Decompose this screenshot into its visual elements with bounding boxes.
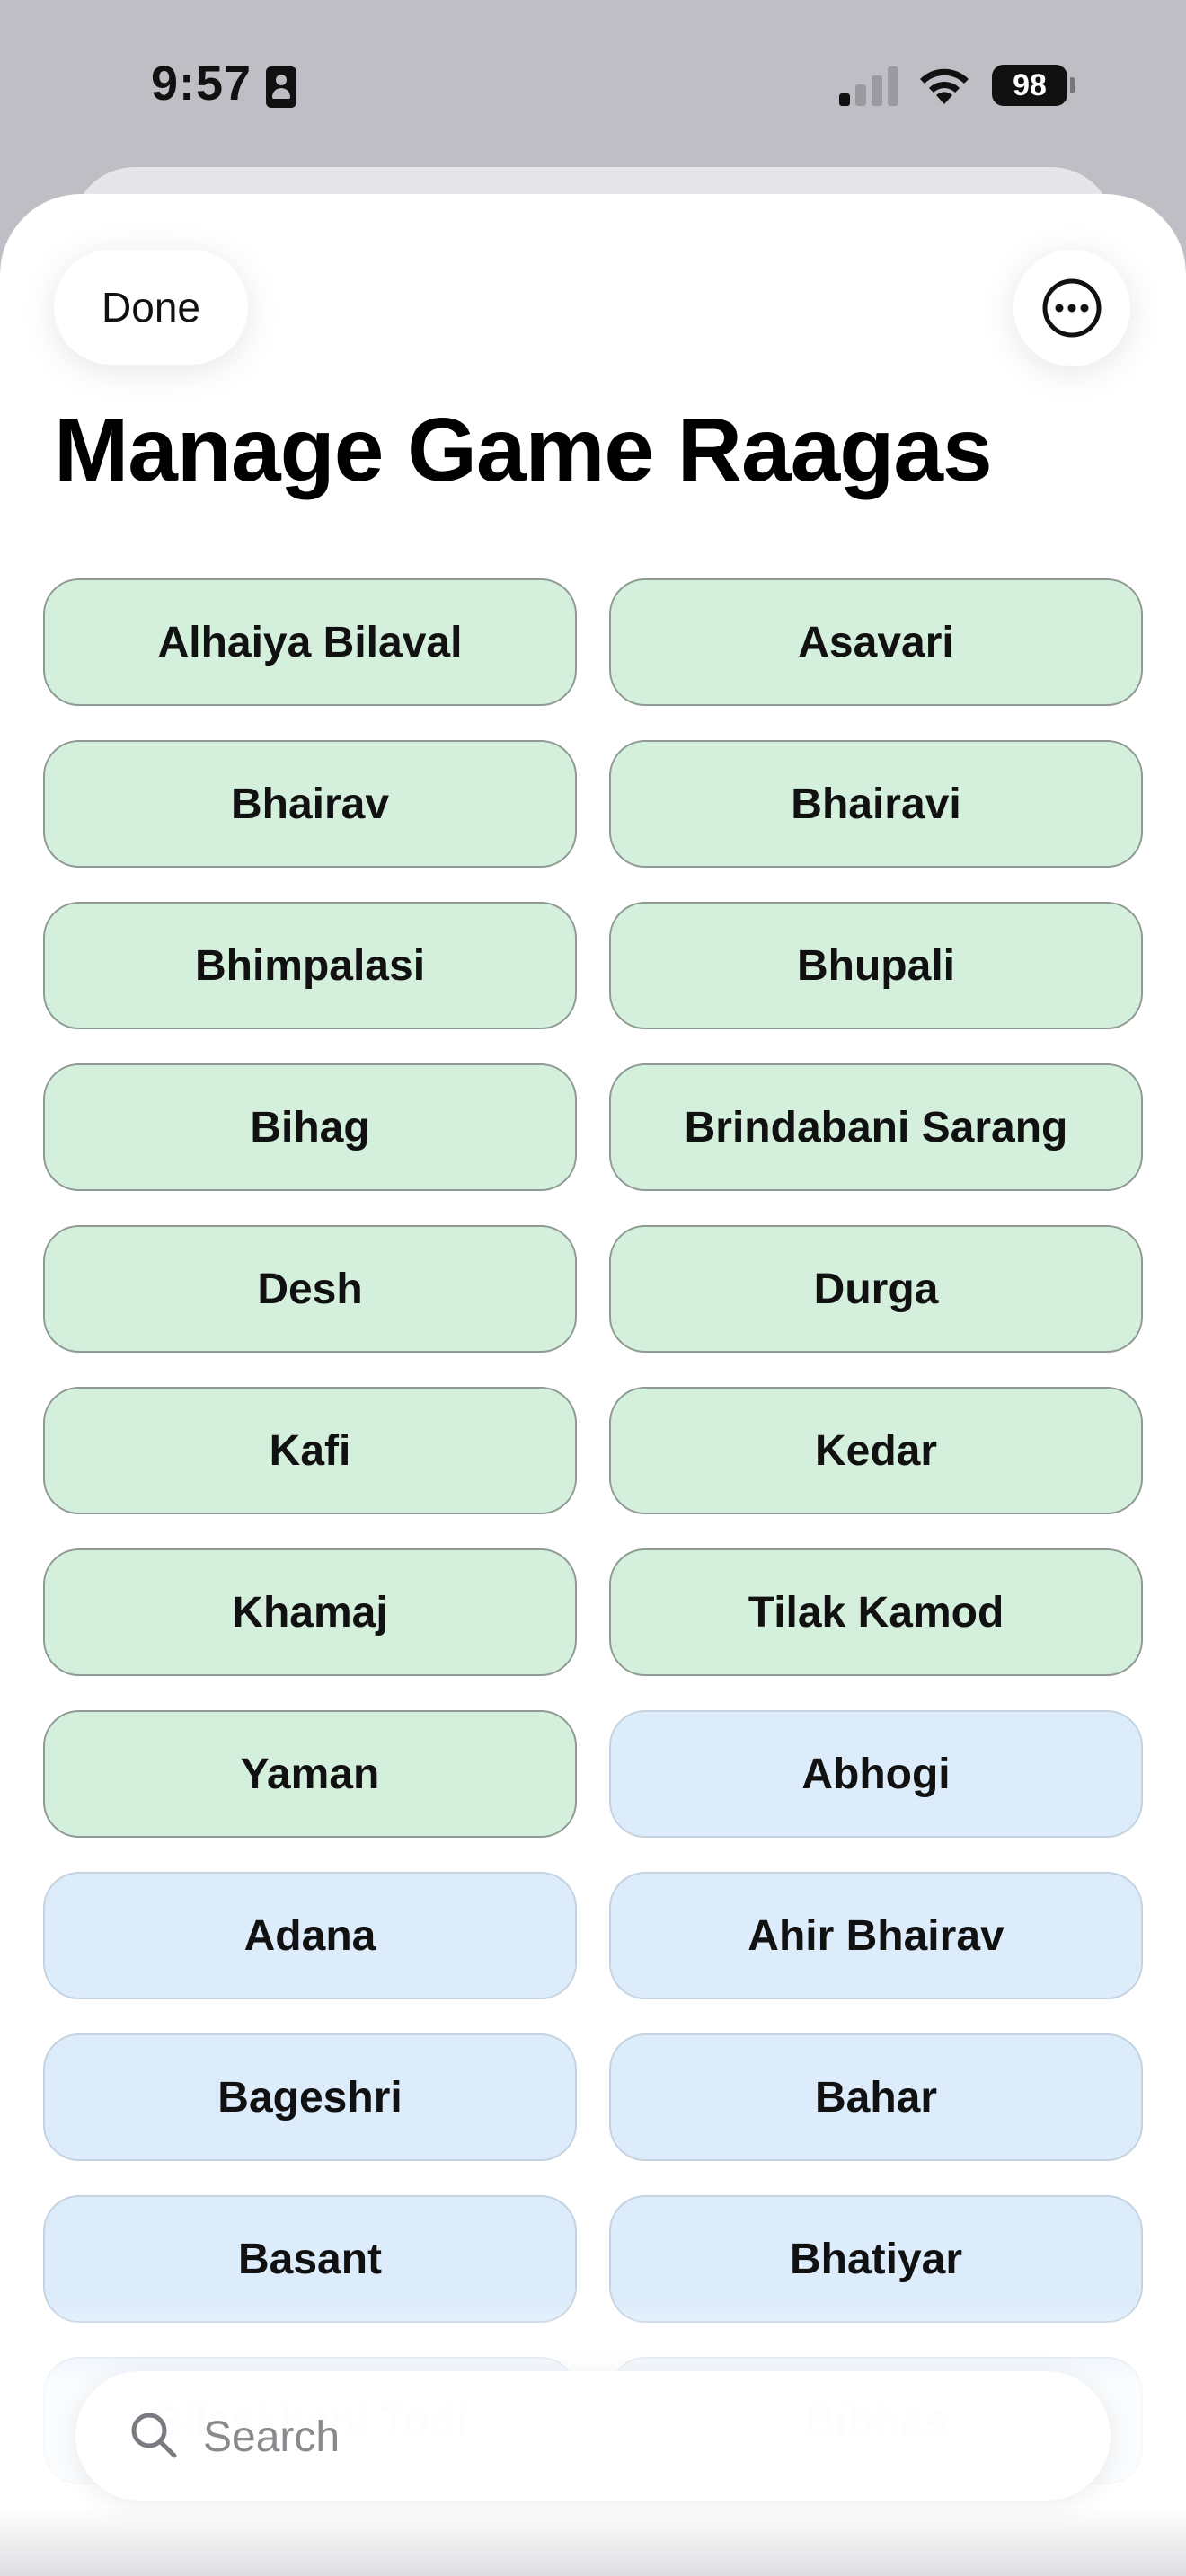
raaga-chip[interactable]: Bihag	[43, 1063, 577, 1191]
raaga-chip-label: Kafi	[269, 1426, 351, 1475]
raaga-chip[interactable]: Yaman	[43, 1710, 577, 1838]
raaga-chip[interactable]: Asavari	[609, 578, 1143, 706]
raaga-chip[interactable]: Bageshri	[43, 2033, 577, 2161]
manage-raagas-sheet: Done Manage Game Raagas Alhaiya Bilaval A…	[0, 194, 1186, 2576]
search-bar[interactable]	[75, 2371, 1111, 2501]
raaga-chip-label: Ahir Bhairav	[748, 1911, 1005, 1960]
status-time: 9:57	[151, 57, 252, 110]
raaga-chip-label: Abhogi	[801, 1750, 951, 1798]
raaga-chip-label: Yaman	[240, 1750, 380, 1798]
cellular-signal-icon	[839, 65, 902, 106]
raaga-chip-label: Brindabani Sarang	[684, 1103, 1068, 1151]
done-button[interactable]: Done	[54, 250, 248, 365]
raaga-chip[interactable]: Abhogi	[609, 1710, 1143, 1838]
raaga-chip[interactable]: Bhupali	[609, 902, 1143, 1029]
raaga-chip-label: Durga	[813, 1265, 939, 1313]
raaga-chip-label: Alhaiya Bilaval	[157, 618, 463, 666]
more-options-button[interactable]	[1013, 250, 1130, 366]
raaga-chip[interactable]: Bhimpalasi	[43, 902, 577, 1029]
raaga-chip[interactable]: Adana	[43, 1872, 577, 1999]
search-icon	[131, 2413, 177, 2458]
raaga-chip-label: Basant	[237, 2235, 383, 2283]
wifi-icon	[920, 68, 969, 104]
raaga-chip-label: Bahar	[814, 2073, 938, 2122]
page-title: Manage Game Raagas	[54, 400, 993, 500]
raaga-chip-label: Bhimpalasi	[194, 941, 426, 990]
raaga-chip-label: Desh	[257, 1265, 363, 1313]
battery-cap	[1070, 77, 1075, 93]
raaga-chip-label: Bhairav	[230, 780, 390, 828]
raaga-chip-label: Asavari	[798, 618, 954, 666]
raaga-chip[interactable]: Durga	[609, 1225, 1143, 1353]
raaga-chip[interactable]: Alhaiya Bilaval	[43, 578, 577, 706]
raaga-chip[interactable]: Bhairav	[43, 740, 577, 868]
raaga-chip-label: Bhupali	[797, 941, 955, 990]
raaga-chip[interactable]: Kedar	[609, 1387, 1143, 1514]
raaga-chip-label: Kedar	[814, 1426, 938, 1475]
raaga-chip[interactable]: Tilak Kamod	[609, 1548, 1143, 1676]
raaga-chip-label: Bhairavi	[791, 780, 961, 828]
raaga-chip[interactable]: Brindabani Sarang	[609, 1063, 1143, 1191]
raaga-chip-label: Bihag	[250, 1103, 370, 1151]
search-input[interactable]	[201, 2404, 1013, 2470]
raaga-chip[interactable]: Khamaj	[43, 1548, 577, 1676]
raaga-chip-label: Khamaj	[232, 1588, 388, 1636]
battery-indicator: 98	[992, 65, 1067, 106]
person-card-icon	[266, 66, 296, 108]
raaga-chip[interactable]: Ahir Bhairav	[609, 1872, 1143, 1999]
status-bar: 9:57 98	[0, 0, 1186, 171]
raaga-chip-label: Bhatiyar	[789, 2235, 963, 2283]
raaga-grid: Alhaiya Bilaval Asavari Bhairav Bhairavi Bhi…	[43, 578, 1143, 2484]
raaga-chip-label: Tilak Kamod	[748, 1588, 1005, 1636]
raaga-chip[interactable]: Bhairavi	[609, 740, 1143, 868]
raaga-chip[interactable]: Desh	[43, 1225, 577, 1353]
raaga-chip-label: Bageshri	[217, 2073, 403, 2122]
raaga-chip-label: Adana	[243, 1911, 376, 1960]
raaga-chip[interactable]: Kafi	[43, 1387, 577, 1514]
ellipsis-circle-icon	[1042, 278, 1102, 338]
raaga-chip[interactable]: Bahar	[609, 2033, 1143, 2161]
